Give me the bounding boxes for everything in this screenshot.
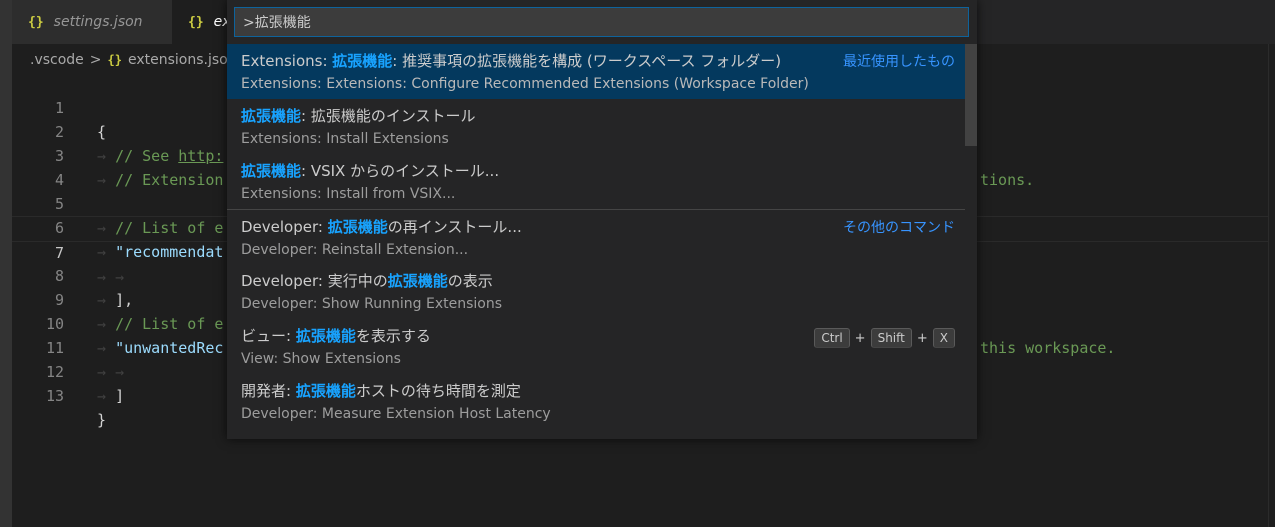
- command-item-measure-host-latency[interactable]: 開発者: 拡張機能ホストの待ち時間を測定 Developer: Measure …: [227, 374, 965, 429]
- json-file-icon: {}: [188, 14, 204, 30]
- command-description: Extensions: Extensions: Configure Recomm…: [241, 76, 809, 92]
- match-highlight: 拡張機能: [295, 382, 356, 400]
- match-highlight: 拡張機能: [387, 272, 448, 290]
- match-highlight: 拡張機能: [332, 52, 393, 70]
- command-label-prefix: Developer:: [241, 218, 328, 236]
- scrollbar-thumb[interactable]: [965, 44, 977, 146]
- command-palette: >拡張機能 Extensions: 拡張機能: 推奨事項の拡張機能を構成 (ワー…: [227, 0, 977, 439]
- group-label-recently-used: 最近使用したもの: [843, 54, 955, 70]
- activity-bar-edge: [0, 0, 12, 527]
- command-item-show-extensions[interactable]: ビュー: 拡張機能を表示する Ctrl + Shift + X View: Sh…: [227, 319, 965, 374]
- breadcrumb: .vscode > {} extensions.jso: [30, 50, 228, 70]
- command-label: 拡張機能: 拡張機能のインストール: [241, 105, 476, 126]
- command-description: View: Show Extensions: [241, 351, 401, 367]
- command-item-install-from-vsix[interactable]: 拡張機能: VSIX からのインストール... Extensions: Inst…: [227, 154, 965, 209]
- code-text: }: [97, 411, 107, 429]
- command-item-install-extensions[interactable]: 拡張機能: 拡張機能のインストール Extensions: Install Ex…: [227, 99, 965, 154]
- key-shift: Shift: [870, 328, 912, 348]
- code-text: → ]: [97, 384, 124, 408]
- match-highlight: 拡張機能: [327, 218, 388, 236]
- keybinding: Ctrl + Shift + X: [814, 328, 955, 348]
- command-description: Extensions: Install Extensions: [241, 131, 449, 147]
- whitespace-arrow: →: [97, 387, 107, 405]
- command-label-prefix: Developer: 実行中の: [241, 272, 388, 290]
- command-label-suffix: : VSIX からのインストール...: [301, 162, 500, 180]
- command-description: Developer: Reinstall Extension...: [241, 242, 469, 258]
- command-label-suffix: : 拡張機能のインストール: [301, 107, 476, 125]
- command-description: Developer: Show Running Extensions: [241, 296, 502, 312]
- line-number: 13: [45, 387, 64, 405]
- command-item-reinstall-extension[interactable]: Developer: 拡張機能の再インストール... その他のコマンド Deve…: [227, 209, 965, 265]
- json-file-icon: {}: [28, 14, 44, 30]
- tab-settings-json[interactable]: {} settings.json: [12, 0, 172, 44]
- command-description: Extensions: Install from VSIX...: [241, 186, 456, 202]
- command-label-suffix: の再インストール...: [387, 218, 522, 236]
- command-label-prefix: ビュー:: [241, 327, 296, 345]
- command-label: 拡張機能: VSIX からのインストール...: [241, 160, 499, 181]
- match-highlight: 拡張機能: [241, 162, 302, 180]
- key-plus: +: [854, 330, 866, 346]
- breadcrumb-file[interactable]: extensions.jso: [128, 52, 228, 68]
- editor-scrollbar[interactable]: [1268, 44, 1275, 527]
- command-label-prefix: 開発者:: [241, 382, 296, 400]
- command-label: Developer: 拡張機能の再インストール...: [241, 216, 522, 237]
- json-file-icon: {}: [107, 53, 122, 67]
- command-label: Extensions: 拡張機能: 推奨事項の拡張機能を構成 (ワークスペース …: [241, 50, 781, 71]
- chevron-right-icon: >: [89, 52, 102, 68]
- command-label: 開発者: 拡張機能ホストの待ち時間を測定: [241, 380, 521, 401]
- command-item-configure-recommended[interactable]: Extensions: 拡張機能: 推奨事項の拡張機能を構成 (ワークスペース …: [227, 44, 965, 99]
- command-palette-input-value: >拡張機能: [243, 15, 311, 31]
- command-label: ビュー: 拡張機能を表示する: [241, 325, 431, 346]
- command-label-prefix: Extensions:: [241, 52, 333, 70]
- match-highlight: 拡張機能: [295, 327, 356, 345]
- key-x: X: [932, 328, 955, 348]
- command-label-suffix: : 推奨事項の拡張機能を構成 (ワークスペース フォルダー): [392, 52, 782, 70]
- command-label: Developer: 実行中の拡張機能の表示: [241, 270, 493, 291]
- command-label-suffix: を表示する: [355, 327, 431, 345]
- key-ctrl: Ctrl: [814, 328, 850, 348]
- code-text: ]: [115, 387, 125, 405]
- command-label-suffix: ホストの待ち時間を測定: [355, 382, 521, 400]
- command-palette-input[interactable]: >拡張機能: [234, 7, 969, 37]
- command-list-scrollbar[interactable]: [965, 44, 977, 439]
- key-plus: +: [916, 330, 928, 346]
- tab-label: settings.json: [53, 14, 143, 30]
- command-item-show-running-extensions[interactable]: Developer: 実行中の拡張機能の表示 Developer: Show R…: [227, 264, 965, 319]
- command-description: Developer: Measure Extension Host Latenc…: [241, 406, 551, 422]
- command-label-suffix: の表示: [447, 272, 493, 290]
- match-highlight: 拡張機能: [241, 107, 302, 125]
- breadcrumb-folder[interactable]: .vscode: [30, 52, 84, 68]
- group-label-other-commands: その他のコマンド: [843, 220, 955, 236]
